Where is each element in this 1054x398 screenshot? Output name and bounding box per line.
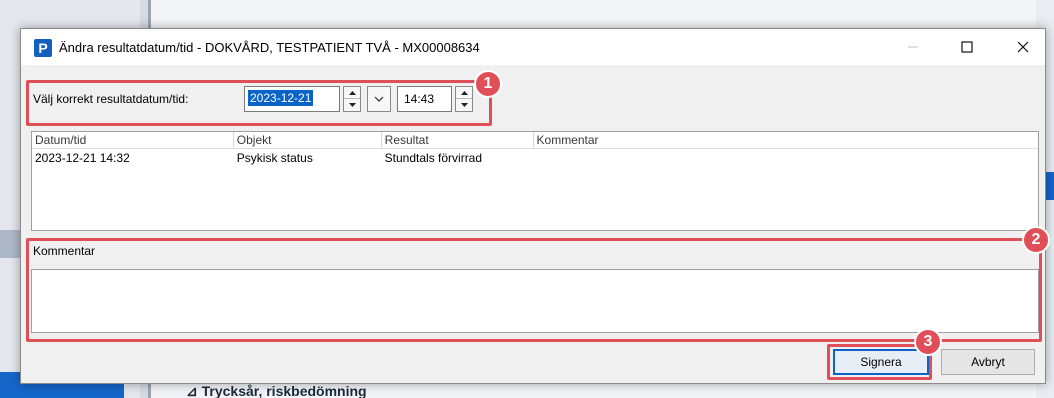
background-tree-item[interactable]: ⊿ Trycksår, riskbedömning: [186, 383, 367, 398]
background-right-highlight: [1046, 172, 1054, 200]
window-title: Ändra resultatdatum/tid - DOKVÅRD, TESTP…: [59, 40, 480, 55]
minimize-icon: [908, 46, 918, 48]
annotation-box-comment: [26, 238, 1042, 342]
column-header-datetime[interactable]: Datum/tid: [32, 132, 234, 148]
annotation-marker-3: 3: [914, 328, 942, 356]
annotation-marker-2: 2: [1022, 226, 1050, 254]
table-row[interactable]: 2023-12-21 14:32 Psykisk status Stundtal…: [32, 149, 1038, 168]
cell-comment: [534, 149, 1038, 168]
title-bar[interactable]: P Ändra resultatdatum/tid - DOKVÅRD, TES…: [21, 29, 1045, 65]
app-logo-icon: P: [34, 39, 52, 57]
maximize-button[interactable]: [945, 34, 989, 60]
maximize-icon: [961, 41, 973, 53]
column-header-result[interactable]: Resultat: [382, 132, 534, 148]
background-selection-strip: [0, 230, 22, 258]
results-table[interactable]: Datum/tid Objekt Resultat Kommentar 2023…: [31, 131, 1039, 231]
cell-result: Stundtals förvirrad: [382, 149, 534, 168]
annotation-marker-1: 1: [474, 70, 502, 98]
cancel-button[interactable]: Avbryt: [941, 349, 1035, 375]
cell-datetime: 2023-12-21 14:32: [32, 149, 234, 168]
table-header: Datum/tid Objekt Resultat Kommentar: [32, 132, 1038, 149]
close-icon: [1017, 41, 1029, 53]
annotation-box-date: [26, 80, 492, 126]
column-header-comment[interactable]: Kommentar: [534, 132, 1038, 148]
screen: ⊿ Trycksår, riskbedömning P Ändra result…: [0, 0, 1054, 398]
cell-object: Psykisk status: [234, 149, 382, 168]
column-header-object[interactable]: Objekt: [234, 132, 382, 148]
minimize-button[interactable]: [891, 34, 935, 60]
close-button[interactable]: [1001, 34, 1045, 60]
